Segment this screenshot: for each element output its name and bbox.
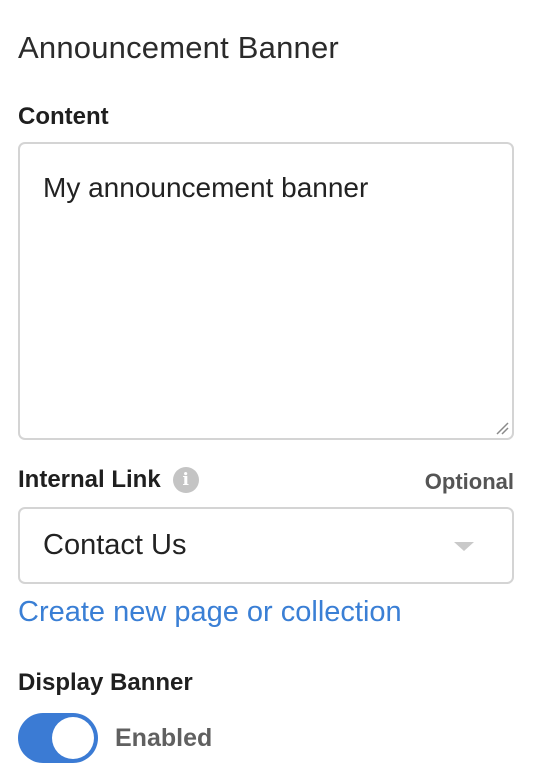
- display-banner-toggle[interactable]: [18, 713, 98, 763]
- content-textarea[interactable]: My announcement banner: [18, 142, 514, 440]
- internal-link-label-row: Internal Link i: [18, 466, 199, 494]
- display-banner-label: Display Banner: [18, 669, 193, 696]
- chevron-down-icon: [454, 542, 474, 551]
- create-page-link[interactable]: Create new page or collection: [18, 596, 402, 629]
- toggle-state-label: Enabled: [115, 723, 213, 752]
- display-banner-toggle-row: Enabled: [18, 713, 212, 763]
- internal-link-selected-value: Contact Us: [43, 529, 187, 561]
- optional-label: Optional: [424, 469, 514, 494]
- content-textarea-value: My announcement banner: [43, 172, 369, 203]
- panel-title: Announcement Banner: [18, 30, 339, 65]
- internal-link-select[interactable]: Contact Us: [18, 507, 514, 584]
- toggle-knob: [52, 717, 94, 759]
- resize-handle-icon[interactable]: [495, 421, 509, 435]
- content-label: Content: [18, 103, 109, 130]
- internal-link-label: Internal Link: [18, 466, 161, 493]
- info-icon[interactable]: i: [172, 467, 199, 493]
